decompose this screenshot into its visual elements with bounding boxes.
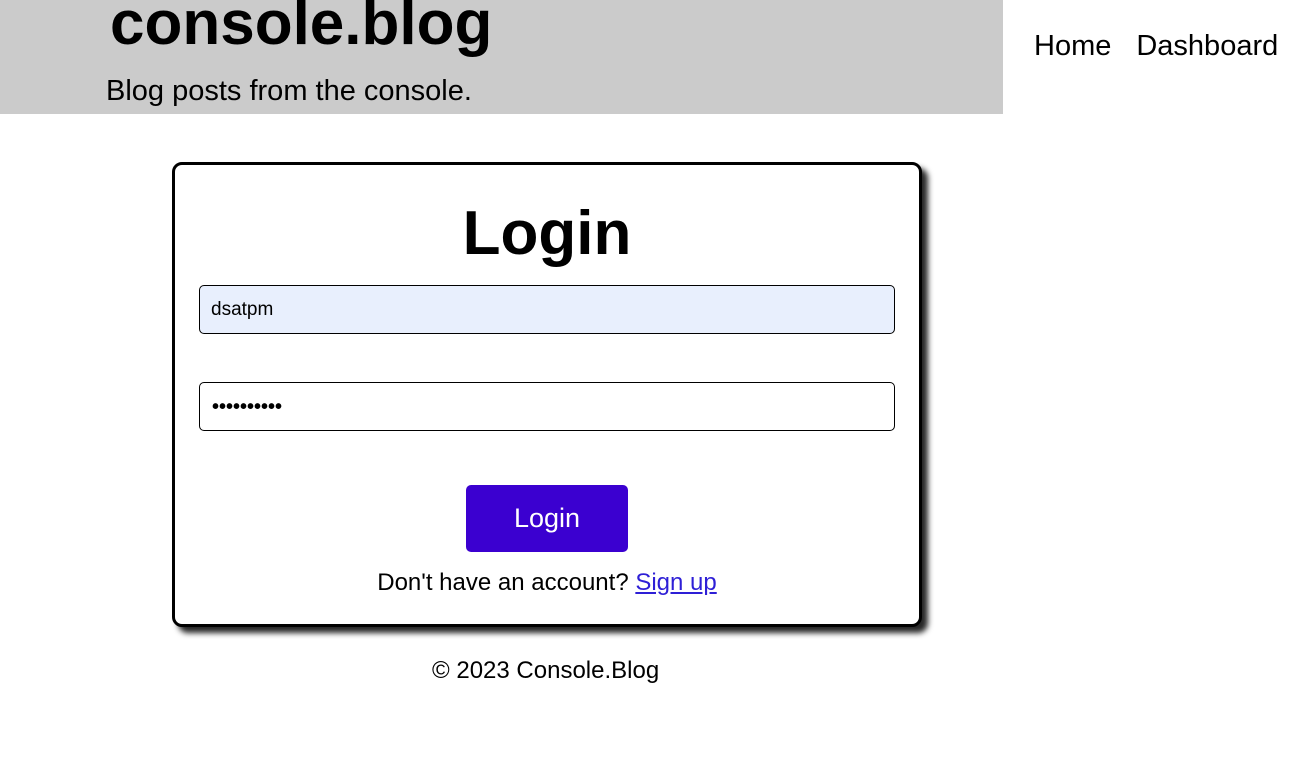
- login-button[interactable]: Login: [466, 485, 628, 552]
- site-header: console.blog Blog posts from the console…: [0, 0, 1003, 114]
- site-title: console.blog: [110, 0, 493, 58]
- username-input[interactable]: [199, 285, 895, 334]
- nav-home-link[interactable]: Home: [1034, 29, 1111, 63]
- signup-prompt-line: Don't have an account? Sign up: [175, 569, 919, 597]
- login-card: Login •••••••••• Login Don't have an acc…: [172, 162, 922, 627]
- footer-copyright: © 2023 Console.Blog: [432, 657, 660, 684]
- signup-link[interactable]: Sign up: [635, 569, 716, 596]
- main-nav: Home Dashboard: [1034, 29, 1278, 63]
- site-tagline: Blog posts from the console.: [106, 75, 472, 107]
- password-input[interactable]: [199, 382, 895, 431]
- nav-dashboard-link[interactable]: Dashboard: [1136, 29, 1278, 63]
- signup-prompt: Don't have an account?: [377, 569, 629, 596]
- login-title: Login: [462, 199, 632, 268]
